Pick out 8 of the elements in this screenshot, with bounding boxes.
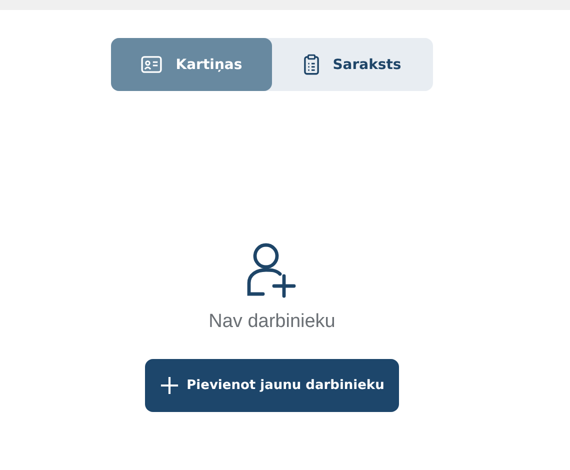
id-card-icon: [140, 56, 162, 73]
plus-icon: [160, 376, 179, 395]
view-tab[interactable]: Saraksts: [272, 38, 433, 91]
empty-message: Nav darbinieku: [208, 311, 336, 333]
add-user-icon: [246, 243, 298, 299]
clipboard-icon: [304, 54, 319, 75]
add-employee-button[interactable]: Pievienot jaunu darbinieku: [145, 359, 399, 412]
view-tab[interactable]: Kartiņas: [111, 38, 272, 91]
